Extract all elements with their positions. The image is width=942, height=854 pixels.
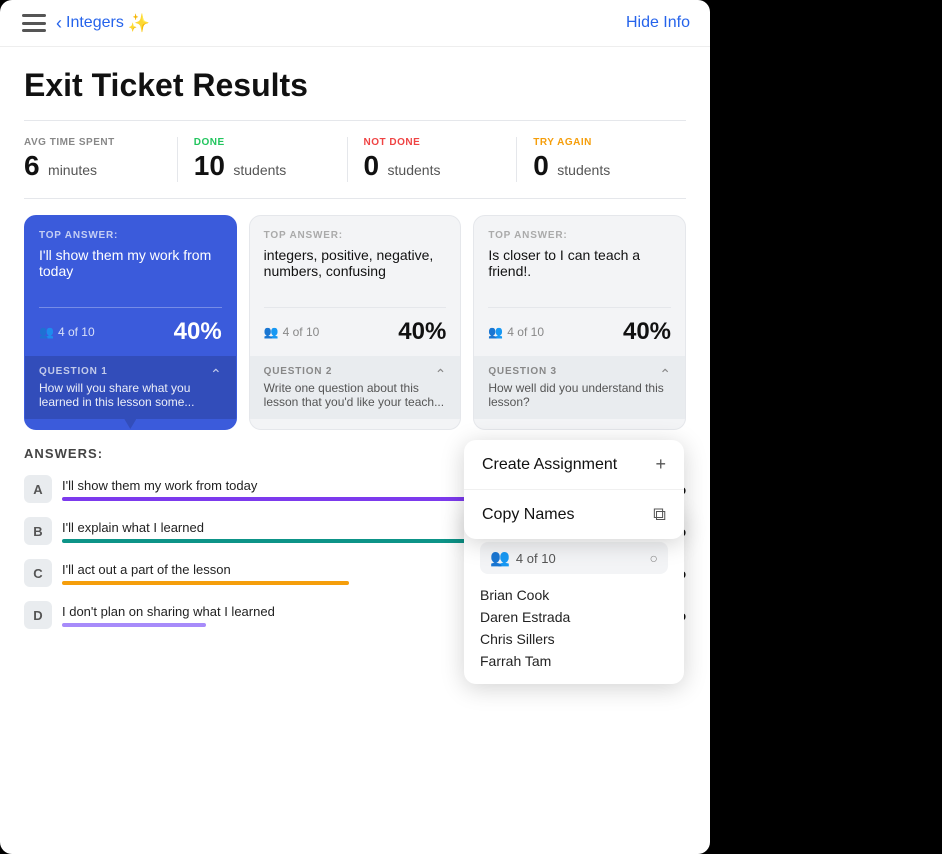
card-2-q-text: Write one question about this lesson tha… [264, 381, 447, 409]
student-name-4: Farrah Tam [480, 650, 668, 672]
stat-try-again-number: 0 [533, 150, 549, 181]
card-3-q-text: How well did you understand this lesson? [488, 381, 671, 409]
stats-row: AVG TIME SPENT 6 minutes DONE 10 student… [24, 137, 686, 182]
card-1-bottom: QUESTION 1 How will you share what you l… [25, 356, 236, 419]
card-2-bottom: QUESTION 2 Write one question about this… [250, 356, 461, 419]
stat-avg-time-unit: minutes [48, 162, 97, 178]
card-2-percent: 40% [398, 318, 446, 346]
create-assignment-label: Create Assignment [482, 456, 617, 474]
stat-avg-time-label: AVG TIME SPENT [24, 137, 161, 148]
header: ‹ Integers ✨ Hide Info [0, 0, 710, 47]
copy-names-label: Copy Names [482, 506, 574, 524]
people-icon-2: 👥 [264, 325, 279, 339]
cards-row: TOP ANSWER: I'll show them my work from … [24, 215, 686, 430]
card-1-count: 👥 4 of 10 [39, 325, 95, 339]
answer-letter-a: A [24, 475, 52, 503]
card-3-percent: 40% [623, 318, 671, 346]
stat-done-unit: students [233, 162, 286, 178]
card-2-divider [264, 307, 447, 308]
card-3-chevron-icon: ⌃ [659, 366, 671, 383]
card-1-top: TOP ANSWER: I'll show them my work from … [25, 216, 236, 297]
card-1-stats: 👥 4 of 10 40% [25, 318, 236, 356]
back-label: Integers [66, 14, 124, 32]
plus-icon: + [655, 454, 666, 475]
sidebar-toggle-button[interactable] [20, 12, 48, 34]
answer-card-3[interactable]: TOP ANSWER: Is closer to I can teach a f… [473, 215, 686, 430]
card-2-count: 👥 4 of 10 [264, 325, 320, 339]
answer-card-2[interactable]: TOP ANSWER: integers, positive, negative… [249, 215, 462, 430]
card-1-chevron-icon: ⌃ [210, 366, 222, 383]
answer-bar-b [62, 539, 493, 543]
stat-not-done-value: 0 students [364, 150, 501, 182]
popup-menu: Create Assignment + Copy Names ⧉ [464, 440, 684, 539]
stat-avg-time: AVG TIME SPENT 6 minutes [24, 137, 178, 182]
students-list: Brian Cook Daren Estrada Chris Sillers F… [480, 584, 668, 672]
stat-not-done: NOT DONE 0 students [364, 137, 518, 182]
stat-try-again-label: TRY AGAIN [533, 137, 670, 148]
card-2-top: TOP ANSWER: integers, positive, negative… [250, 216, 461, 297]
card-1-answer: I'll show them my work from today [39, 247, 222, 297]
answer-letter-d: D [24, 601, 52, 629]
answer-letter-b: B [24, 517, 52, 545]
answer-letter-c: C [24, 559, 52, 587]
create-assignment-item[interactable]: Create Assignment + [464, 440, 684, 490]
students-people-icon: 👥 [490, 548, 510, 568]
card-1-q-text: How will you share what you learned in t… [39, 381, 222, 409]
students-circle-icon: ○ [650, 550, 658, 566]
stat-not-done-label: NOT DONE [364, 137, 501, 148]
stat-done-label: DONE [194, 137, 331, 148]
stat-not-done-unit: students [388, 162, 441, 178]
stat-avg-time-value: 6 minutes [24, 150, 161, 182]
chevron-left-icon: ‹ [56, 13, 62, 34]
card-1-q-label: QUESTION 1 [39, 366, 222, 377]
stat-not-done-number: 0 [364, 150, 380, 181]
back-link[interactable]: ‹ Integers ✨ [56, 13, 150, 34]
card-2-answer: integers, positive, negative, numbers, c… [264, 247, 447, 297]
hide-info-button[interactable]: Hide Info [626, 14, 690, 32]
stat-try-again-value: 0 students [533, 150, 670, 182]
card-3-divider [488, 307, 671, 308]
answer-bar-d [62, 623, 206, 627]
stat-done-value: 10 students [194, 150, 331, 182]
page-title: Exit Ticket Results [24, 67, 686, 104]
sparkle-icon: ✨ [128, 13, 150, 34]
students-count-row: 👥 4 of 10 ○ [480, 542, 668, 574]
stat-try-again-unit: students [557, 162, 610, 178]
main-panel: ‹ Integers ✨ Hide Info Exit Ticket Resul… [0, 0, 710, 854]
stat-done-number: 10 [194, 150, 225, 181]
stat-done: DONE 10 students [194, 137, 348, 182]
copy-icon: ⧉ [653, 504, 666, 525]
student-name-1: Brian Cook [480, 584, 668, 606]
card-1-divider [39, 307, 222, 308]
people-icon-1: 👥 [39, 325, 54, 339]
card-1-tooltip [124, 419, 136, 429]
answer-bar-c [62, 581, 349, 585]
card-3-top: TOP ANSWER: Is closer to I can teach a f… [474, 216, 685, 297]
card-2-stats: 👥 4 of 10 40% [250, 318, 461, 356]
card-3-bottom: QUESTION 3 How well did you understand t… [474, 356, 685, 419]
student-name-3: Chris Sillers [480, 628, 668, 650]
header-left: ‹ Integers ✨ [20, 12, 150, 34]
card-3-label: TOP ANSWER: [488, 230, 671, 241]
card-3-stats: 👥 4 of 10 40% [474, 318, 685, 356]
stat-avg-time-number: 6 [24, 150, 40, 181]
card-1-label: TOP ANSWER: [39, 230, 222, 241]
student-name-2: Daren Estrada [480, 606, 668, 628]
card-3-q-label: QUESTION 3 [488, 366, 671, 377]
card-1-percent: 40% [174, 318, 222, 346]
card-2-chevron-icon: ⌃ [435, 366, 447, 383]
copy-names-item[interactable]: Copy Names ⧉ [464, 490, 684, 539]
people-icon-3: 👥 [488, 325, 503, 339]
card-2-label: TOP ANSWER: [264, 230, 447, 241]
stat-try-again: TRY AGAIN 0 students [533, 137, 686, 182]
divider-2 [24, 198, 686, 199]
card-2-q-label: QUESTION 2 [264, 366, 447, 377]
divider-1 [24, 120, 686, 121]
students-count-text: 4 of 10 [516, 551, 556, 566]
card-3-count: 👥 4 of 10 [488, 325, 544, 339]
answer-card-1[interactable]: TOP ANSWER: I'll show them my work from … [24, 215, 237, 430]
card-3-answer: Is closer to I can teach a friend!. [488, 247, 671, 297]
